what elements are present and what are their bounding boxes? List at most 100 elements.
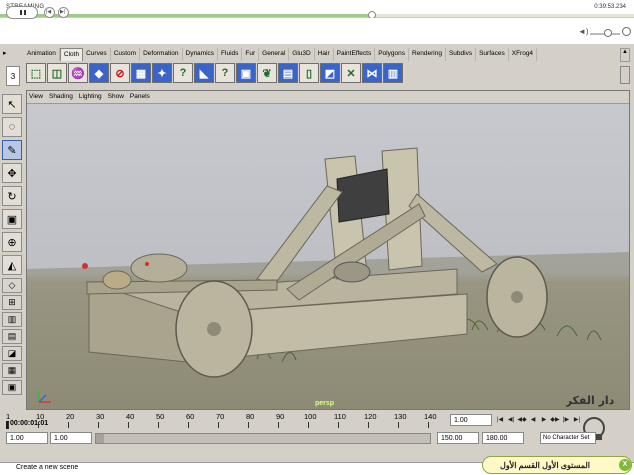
shelf-scroll-arrow-icon[interactable]: ▲ — [620, 48, 630, 62]
rotate-tool-icon[interactable]: ↻ — [2, 186, 22, 206]
shelf-tab-dynamics[interactable]: Dynamics — [183, 48, 219, 61]
playback-controls: |◀ ◀| ◀◆ ◀ ▶ ◆▶ |▶ ▶| — [495, 414, 582, 426]
shelf-tab-glu3d[interactable]: Glu3D — [289, 48, 315, 61]
shelf-tab-polygons[interactable]: Polygons — [375, 48, 409, 61]
layout-four-icon[interactable]: ⊞ — [2, 295, 22, 310]
step-back-icon[interactable]: ◀| — [506, 414, 516, 426]
shelf-icons: ⬚ ◫ ♒ ◆ ⊘ ▦ ✦ ? ◣ ? ▣ ❦ ▤ ▯ ◩ ✕ ⋈ ▥ — [26, 63, 404, 85]
shelf-tab-fluids[interactable]: Fluids — [218, 48, 243, 61]
catapult-scene[interactable]: persp — [27, 104, 629, 409]
step-forward-key-icon[interactable]: ◆▶ — [550, 414, 560, 426]
menu-view[interactable]: View — [29, 91, 43, 103]
pause-button[interactable] — [6, 6, 38, 19]
close-icon[interactable]: X — [619, 459, 631, 471]
shelf-tab-rendering[interactable]: Rendering — [409, 48, 446, 61]
layout-outliner-icon[interactable]: ▤ — [2, 329, 22, 344]
volume-icon[interactable]: ◄) — [578, 27, 589, 36]
tick-label: 80 — [246, 412, 255, 421]
layout-render-icon[interactable]: ▣ — [2, 380, 22, 395]
range-end-field[interactable]: 150.00 — [437, 432, 479, 444]
menu-lighting[interactable]: Lighting — [79, 91, 102, 103]
seam-icon[interactable]: ◩ — [320, 63, 340, 83]
shelf-tab-subdivs[interactable]: Subdivs — [446, 48, 477, 61]
garment-icon[interactable]: ◫ — [47, 63, 67, 83]
tick-label: 130 — [394, 412, 407, 421]
shelf-tab-fur[interactable]: Fur — [242, 48, 260, 61]
paint-select-tool-icon[interactable]: ✎ — [2, 140, 22, 160]
leaf-icon[interactable]: ❦ — [257, 63, 277, 83]
tick-label: 100 — [304, 412, 317, 421]
cloth-create-icon[interactable]: ⬚ — [26, 63, 46, 83]
current-time-field[interactable]: 1.00 — [450, 414, 492, 426]
volume-slider-knob[interactable] — [604, 29, 612, 37]
no-collision-icon[interactable]: ⊘ — [110, 63, 130, 83]
layout-single-icon[interactable]: ◇ — [2, 278, 22, 293]
panel-menu-bar: View Shading Lighting Show Panels — [27, 91, 629, 104]
tick-label: 40 — [126, 412, 135, 421]
go-to-end-icon[interactable]: ▶| — [572, 414, 582, 426]
shelf-tab-surfaces[interactable]: Surfaces — [476, 48, 509, 61]
time-slider[interactable]: 1 10 20 30 40 50 60 70 80 90 100 110 120… — [2, 411, 446, 429]
player-controls — [0, 18, 634, 44]
shelf-tab-hair[interactable]: Hair — [315, 48, 334, 61]
step-back-key-icon[interactable]: ◀◆ — [517, 414, 527, 426]
transform-icon[interactable]: ✦ — [152, 63, 172, 83]
layout-graph-icon[interactable]: ◪ — [2, 346, 22, 361]
menu-show[interactable]: Show — [108, 91, 124, 103]
tick-label: 20 — [66, 412, 75, 421]
cache-icon[interactable]: ▥ — [383, 63, 403, 83]
last-tool-icon[interactable]: ◭ — [2, 255, 22, 275]
field-icon[interactable]: ◣ — [194, 63, 214, 83]
go-to-start-icon[interactable]: |◀ — [495, 414, 505, 426]
range-slider-handle[interactable] — [96, 434, 104, 443]
play-backward-icon[interactable]: ◀ — [528, 414, 538, 426]
shelf-tab-general[interactable]: General — [259, 48, 290, 61]
shelf-tab-cloth[interactable]: Cloth — [59, 48, 84, 61]
mesh-icon[interactable]: ▣ — [236, 63, 256, 83]
scale-tool-icon[interactable]: ▣ — [2, 209, 22, 229]
panel-icon[interactable]: ▤ — [278, 63, 298, 83]
solver-icon[interactable]: ▦ — [131, 63, 151, 83]
shelf-tab-xfrog4[interactable]: XFrog4 — [509, 48, 538, 61]
constraint-icon[interactable]: ◆ — [89, 63, 109, 83]
cut-x-icon[interactable]: ✕ — [341, 63, 361, 83]
shelf-menu-arrow-icon[interactable]: ▸ — [3, 49, 7, 57]
manipulator-tool-icon[interactable]: ⊕ — [2, 232, 22, 252]
menu-panels[interactable]: Panels — [130, 91, 150, 103]
fullscreen-icon[interactable] — [622, 27, 631, 36]
move-tool-icon[interactable]: ✥ — [2, 163, 22, 183]
next-button[interactable] — [58, 7, 69, 18]
layout-two-icon[interactable]: ▥ — [2, 312, 22, 327]
shelf-tab-custom[interactable]: Custom — [111, 48, 141, 61]
status-text: Create a new scene — [16, 464, 79, 471]
play-forward-icon[interactable]: ▶ — [539, 414, 549, 426]
previous-button[interactable] — [44, 7, 55, 18]
simulate-icon[interactable]: ? — [173, 63, 193, 83]
stream-progress-fill — [0, 14, 373, 17]
shelf-tab-painteffects[interactable]: PaintEffects — [334, 48, 376, 61]
shelf-number[interactable]: 3 — [6, 66, 20, 86]
query-icon[interactable]: ? — [215, 63, 235, 83]
tick-label: 140 — [424, 412, 437, 421]
lasso-tool-icon[interactable]: ◌ — [2, 117, 22, 137]
catapult-model — [27, 147, 629, 409]
stitch-icon[interactable]: ⋈ — [362, 63, 382, 83]
character-set-dropdown[interactable]: No Character Set — [540, 432, 596, 444]
step-forward-icon[interactable]: |▶ — [561, 414, 571, 426]
shelf-tab-animation[interactable]: Animation — [24, 48, 60, 61]
shelf-tab-curves[interactable]: Curves — [83, 48, 111, 61]
anim-end-field[interactable]: 180.00 — [482, 432, 524, 444]
anim-start-field[interactable]: 1.00 — [50, 432, 92, 444]
tick-label: 70 — [216, 412, 225, 421]
pattern-icon[interactable]: ♒ — [68, 63, 88, 83]
menu-shading[interactable]: Shading — [49, 91, 73, 103]
start-time-field[interactable]: 1.00 — [6, 432, 48, 444]
tick-label: 110 — [334, 412, 346, 421]
pin-icon[interactable]: ▯ — [299, 63, 319, 83]
range-slider[interactable] — [95, 433, 431, 444]
layout-hypergraph-icon[interactable]: ▦ — [2, 363, 22, 378]
shelf-side-button[interactable] — [620, 66, 630, 84]
select-tool-icon[interactable]: ↖ — [2, 94, 22, 114]
perspective-viewport[interactable]: View Shading Lighting Show Panels persp — [26, 90, 630, 410]
shelf-tab-deformation[interactable]: Deformation — [140, 48, 183, 61]
